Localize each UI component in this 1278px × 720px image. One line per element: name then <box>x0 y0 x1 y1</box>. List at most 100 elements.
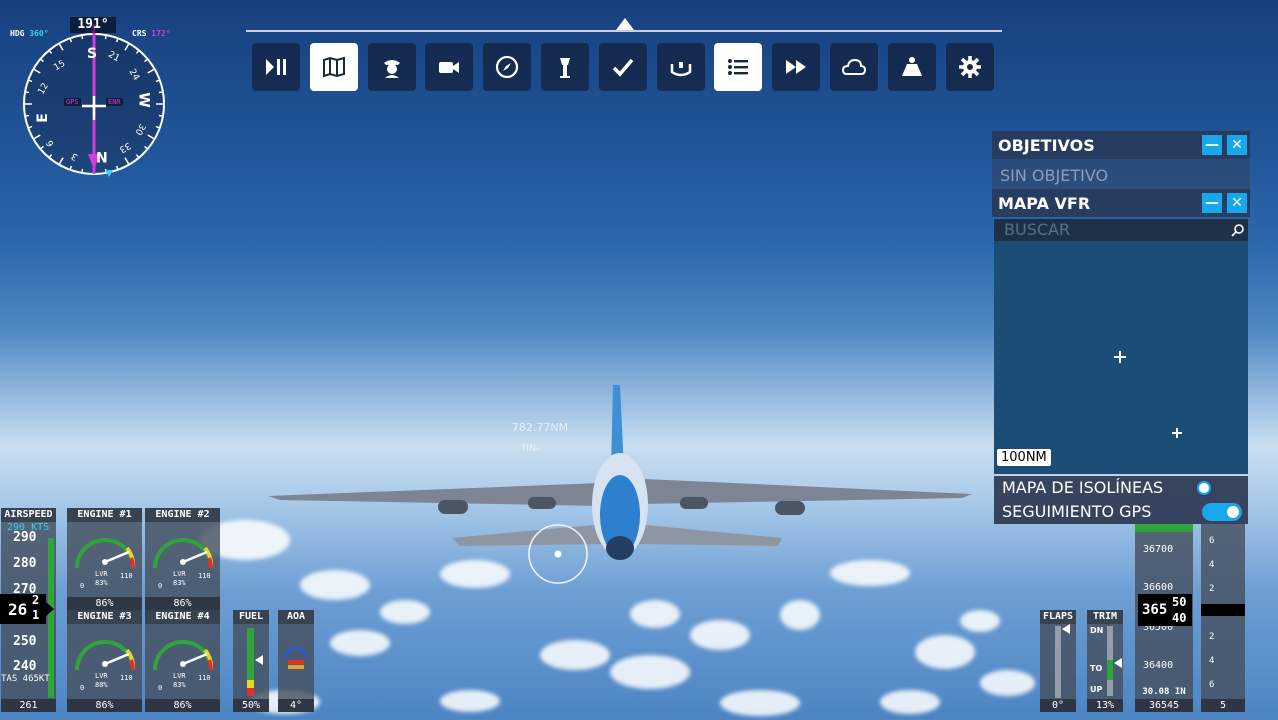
crs-value: 172° <box>151 29 171 38</box>
trim-gauge: TRIM DN TO UP 13% <box>1087 610 1123 712</box>
baro-setting[interactable]: 30.08 IN <box>1135 687 1193 697</box>
pause-play-button[interactable] <box>252 43 300 91</box>
engine-title: ENGINE #4 <box>145 610 220 624</box>
fuel-title: FUEL <box>233 610 269 624</box>
fuel-footer: 50% <box>233 699 269 712</box>
engine-title: ENGINE #1 <box>67 508 142 522</box>
trim-dn-label: DN <box>1090 626 1104 635</box>
tas-readout: TAS 465KT <box>1 674 50 684</box>
fuel-pointer <box>255 655 263 665</box>
engine-max-label: 110 <box>198 572 211 580</box>
list-icon <box>728 59 749 75</box>
trim-up-label: UP <box>1090 685 1103 694</box>
trim-title: TRIM <box>1087 610 1123 624</box>
sim-rate-button[interactable] <box>772 43 821 91</box>
trim-footer: 13% <box>1087 699 1123 712</box>
aoa-indicator <box>284 646 308 669</box>
compass: 191° HDG 360° CRS 172° GPS ENR S W N E 2… <box>4 14 184 184</box>
atc-button[interactable] <box>367 43 416 91</box>
isolines-toggle[interactable] <box>1197 481 1211 495</box>
weight-button[interactable] <box>887 43 936 91</box>
engine-min-label: 0 <box>158 582 163 590</box>
objectives-close-button[interactable]: ✕ <box>1227 135 1247 155</box>
engine-gauge: ENGINE #4 LVR 83% 0 110 86% <box>145 610 220 712</box>
compass-icon <box>496 55 519 79</box>
vfr-map-close-button[interactable]: ✕ <box>1227 193 1247 213</box>
compass-rose <box>23 24 165 177</box>
vsi-tick: 2 <box>1209 584 1215 594</box>
engine-max-label: 110 <box>120 674 133 682</box>
altimeter-current: 365 50 40 <box>1138 594 1192 626</box>
vfr-map-view[interactable]: 100NM <box>994 241 1248 474</box>
map-scale: 100NM <box>997 449 1051 466</box>
map-icon <box>322 56 345 78</box>
altimeter-tick: 36600 <box>1143 582 1174 593</box>
engine-max-label: 110 <box>198 674 211 682</box>
hdg-label: HDG 360° <box>10 29 49 38</box>
search-icon[interactable] <box>1231 223 1245 237</box>
objectives-empty-text: SIN OBJETIVO <box>992 159 1250 189</box>
settings-button[interactable] <box>945 43 994 91</box>
airspeed-tick: 280 <box>13 556 37 571</box>
vsi-footer: 5 <box>1201 699 1245 712</box>
gps-follow-toggle-row[interactable]: SEGUIMIENTO GPS <box>994 500 1248 524</box>
navlog-button[interactable] <box>483 43 532 91</box>
airspeed-current: 26 2 1 <box>0 593 46 624</box>
isolines-toggle-row[interactable]: MAPA DE ISOLÍNEAS <box>994 476 1248 500</box>
vfr-map-header: MAPA VFR — ✕ <box>992 189 1250 217</box>
hdg-text: HDG <box>10 29 25 38</box>
gear-icon <box>958 56 981 78</box>
vfr-map-minimize-button[interactable]: — <box>1202 193 1222 213</box>
crosshair-icon <box>528 524 588 584</box>
crs-text: CRS <box>132 29 147 38</box>
compass-cardinal-n: N <box>96 148 108 164</box>
gps-follow-toggle[interactable] <box>1202 503 1242 521</box>
tower-icon <box>560 58 570 78</box>
engine-min-label: 0 <box>80 582 85 590</box>
vsi-tick: 2 <box>1209 632 1215 642</box>
vfr-map-title: MAPA VFR <box>998 193 1091 213</box>
objectives-minimize-button[interactable]: — <box>1202 135 1222 155</box>
hdg-value: 360° <box>29 29 49 38</box>
engine-lvr-value: 88% <box>95 681 108 689</box>
aoa-title: AOA <box>278 610 314 624</box>
engine-lvr-value: 83% <box>173 681 186 689</box>
weather-button[interactable] <box>830 43 878 91</box>
trim-to-label: TO <box>1090 664 1103 673</box>
flaps-gauge: FLAPS 0° <box>1040 610 1076 712</box>
engine-title: ENGINE #2 <box>145 508 220 522</box>
weather-tower-button[interactable] <box>541 43 589 91</box>
vfr-map-search-input[interactable]: BUSCAR <box>994 219 1248 241</box>
vsi-tick: 4 <box>1209 656 1215 666</box>
airspeed-pointer <box>46 602 54 616</box>
engine-lvr-label: LVR <box>173 570 186 578</box>
vfr-map-panel: MAPA VFR — ✕ <box>992 189 1250 217</box>
airspeed-tick: 240 <box>13 659 37 674</box>
yoke-icon <box>670 62 691 77</box>
fuel-gauge: FUEL 50% <box>233 610 269 712</box>
airspeed-current-main: 26 <box>8 600 28 619</box>
engine-lvr-value: 83% <box>173 579 186 587</box>
engine-lvr-value: 83% <box>95 579 108 587</box>
checklist-button[interactable] <box>598 43 647 91</box>
toolbar-caret-icon[interactable] <box>616 18 634 30</box>
vsi-tick: 4 <box>1209 560 1215 570</box>
map-button[interactable] <box>309 43 358 91</box>
plane-icon <box>1172 428 1182 438</box>
airspeed-roll-top: 2 <box>32 593 40 607</box>
engine-lvr-label: LVR <box>95 672 108 680</box>
waypoint-distance: 782.77NM <box>511 421 569 434</box>
engine-footer: 86% <box>145 597 220 610</box>
fuel-low-band <box>247 688 254 696</box>
camera-button[interactable] <box>425 43 474 91</box>
pilot-icon <box>383 60 400 78</box>
aoa-gauge: AOA 4° <box>278 610 314 712</box>
play-pause-icon <box>266 59 286 75</box>
plane-icon <box>1114 351 1126 363</box>
gps-badge: GPS <box>64 98 81 106</box>
objectives-button[interactable] <box>714 43 763 91</box>
check-icon <box>612 58 634 77</box>
altimeter-tick: 36700 <box>1143 544 1174 555</box>
airspeed-roll-bottom: 1 <box>32 608 40 622</box>
controls-button[interactable] <box>656 43 705 91</box>
